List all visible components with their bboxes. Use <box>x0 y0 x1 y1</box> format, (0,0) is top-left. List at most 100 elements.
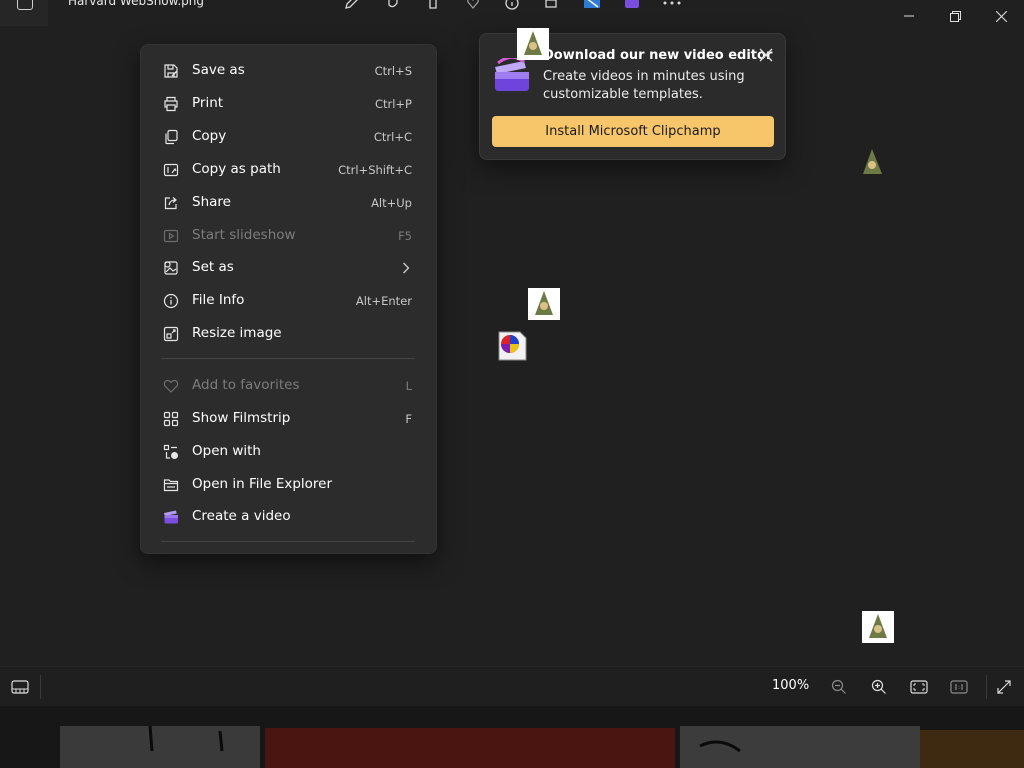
wizard-image-icon <box>528 288 560 320</box>
menu-item-label: Add to favorites <box>192 377 300 393</box>
toolbar-divider <box>986 675 987 699</box>
save-as-icon <box>164 64 178 78</box>
file-title: Harvard WebShow.png <box>68 0 205 8</box>
heart-icon <box>163 379 179 393</box>
menu-item-label: Share <box>192 194 231 210</box>
zoom-in-icon <box>871 679 886 694</box>
zoom-in-button[interactable] <box>866 675 892 699</box>
install-clipchamp-button[interactable]: Install Microsoft Clipchamp <box>492 116 774 147</box>
menu-item-shortcut: Ctrl+Shift+C <box>338 163 412 177</box>
menu-item-label: Show Filmstrip <box>192 410 291 426</box>
menu-separator <box>161 358 415 359</box>
clipchamp-logo-icon <box>495 58 529 91</box>
photos-app-button[interactable] <box>0 0 48 26</box>
menu-item-create-a-video[interactable]: Create a video <box>141 501 436 533</box>
minimize-button[interactable] <box>886 4 932 28</box>
fullscreen-icon <box>997 680 1011 694</box>
clipchamp-icon <box>164 510 178 524</box>
more-options-menu: Save as Ctrl+S Print Ctrl+P Copy Ctrl+C … <box>140 44 437 554</box>
info-icon[interactable] <box>501 0 523 12</box>
more-options-icon[interactable] <box>661 0 683 12</box>
draw-icon[interactable] <box>382 0 404 12</box>
minimize-icon <box>904 15 914 17</box>
resize-icon <box>163 326 179 342</box>
close-button[interactable] <box>978 4 1024 28</box>
menu-separator <box>161 541 415 542</box>
menu-item-label: Print <box>192 95 224 111</box>
actual-size-button[interactable] <box>946 675 972 699</box>
folder-icon <box>163 479 179 492</box>
open-with-icon <box>163 444 178 459</box>
menu-item-share[interactable]: Share Alt+Up <box>141 187 436 219</box>
menu-item-shortcut: Alt+Enter <box>355 294 412 308</box>
menu-item-shortcut: Ctrl+P <box>374 97 412 111</box>
copy-path-icon <box>163 163 179 177</box>
zoom-out-button[interactable] <box>826 675 852 699</box>
fullscreen-button[interactable] <box>991 675 1017 699</box>
title-bar: Harvard WebShow.png <box>0 0 1024 34</box>
menu-item-shortcut: F <box>405 412 412 426</box>
actual-size-icon <box>950 680 968 694</box>
menu-item-label: Resize image <box>192 325 282 341</box>
filmstrip-icon <box>163 411 179 427</box>
menu-item-shortcut: F5 <box>398 229 412 243</box>
slideshow-icon <box>163 229 179 243</box>
menu-item-label: Open in File Explorer <box>192 476 333 492</box>
menu-item-show-filmstrip[interactable]: Show Filmstrip F <box>141 403 436 435</box>
color-wheel-file-icon <box>498 331 527 361</box>
background-artwork <box>0 706 1024 768</box>
menu-item-label: Save as <box>192 62 245 78</box>
menu-item-open-in-file-explorer[interactable]: Open in File Explorer <box>141 469 436 501</box>
restore-button[interactable] <box>932 4 978 28</box>
print-icon <box>164 96 178 112</box>
set-as-icon <box>164 261 178 275</box>
menu-item-print[interactable]: Print Ctrl+P <box>141 88 436 120</box>
print-toolbar-icon[interactable] <box>540 0 562 12</box>
menu-item-shortcut: L <box>405 379 412 393</box>
menu-item-label: Open with <box>192 443 261 459</box>
menu-item-label: Create a video <box>192 508 291 524</box>
popup-close-button[interactable] <box>757 46 775 64</box>
menu-item-shortcut: Ctrl+S <box>374 64 412 78</box>
favorite-icon[interactable] <box>462 0 484 12</box>
info-icon <box>163 293 179 309</box>
edit-icon[interactable] <box>340 0 362 12</box>
share-app-icon[interactable] <box>581 0 603 12</box>
restore-icon <box>949 10 961 22</box>
menu-item-set-as[interactable]: Set as <box>141 252 436 284</box>
menu-item-copy[interactable]: Copy Ctrl+C <box>141 121 436 153</box>
menu-item-label: Copy as path <box>192 161 281 177</box>
zoom-level[interactable]: 100% <box>772 678 809 693</box>
popup-body: Create videos in minutes using customiza… <box>543 69 745 102</box>
wizard-image-icon <box>862 611 894 643</box>
menu-item-label: File Info <box>192 292 245 308</box>
menu-item-start-slideshow: Start slideshow F5 <box>141 220 436 252</box>
menu-item-open-with[interactable]: Open with <box>141 436 436 468</box>
menu-item-file-info[interactable]: File Info Alt+Enter <box>141 285 436 317</box>
menu-item-resize-image[interactable]: Resize image <box>141 318 436 350</box>
filmstrip-toggle-button[interactable] <box>7 675 33 699</box>
menu-item-label: Copy <box>192 128 227 144</box>
zoom-out-icon <box>831 679 846 694</box>
popup-title: Download our new video editor <box>543 48 773 63</box>
menu-item-shortcut: Ctrl+C <box>373 130 412 144</box>
copy-icon <box>165 129 178 145</box>
photos-app-icon <box>17 0 33 10</box>
filmstrip-toggle-icon <box>11 680 29 694</box>
menu-item-save-as[interactable]: Save as Ctrl+S <box>141 55 436 87</box>
fit-to-window-button[interactable] <box>906 675 932 699</box>
close-icon <box>759 48 773 62</box>
share-icon <box>164 197 177 210</box>
close-icon <box>995 10 1007 22</box>
menu-item-copy-as-path[interactable]: Copy as path Ctrl+Shift+C <box>141 154 436 186</box>
clipchamp-toolbar-icon[interactable] <box>621 0 643 12</box>
toolbar-divider <box>40 675 41 699</box>
menu-item-label: Start slideshow <box>192 227 296 243</box>
menu-item-shortcut: Alt+Up <box>371 196 412 210</box>
menu-item-label: Set as <box>192 259 234 275</box>
chevron-right-icon <box>403 262 410 274</box>
delete-icon[interactable] <box>422 0 444 12</box>
wizard-image-icon <box>517 28 549 60</box>
bottom-toolbar: 100% <box>0 666 1024 707</box>
fit-to-window-icon <box>910 680 928 694</box>
